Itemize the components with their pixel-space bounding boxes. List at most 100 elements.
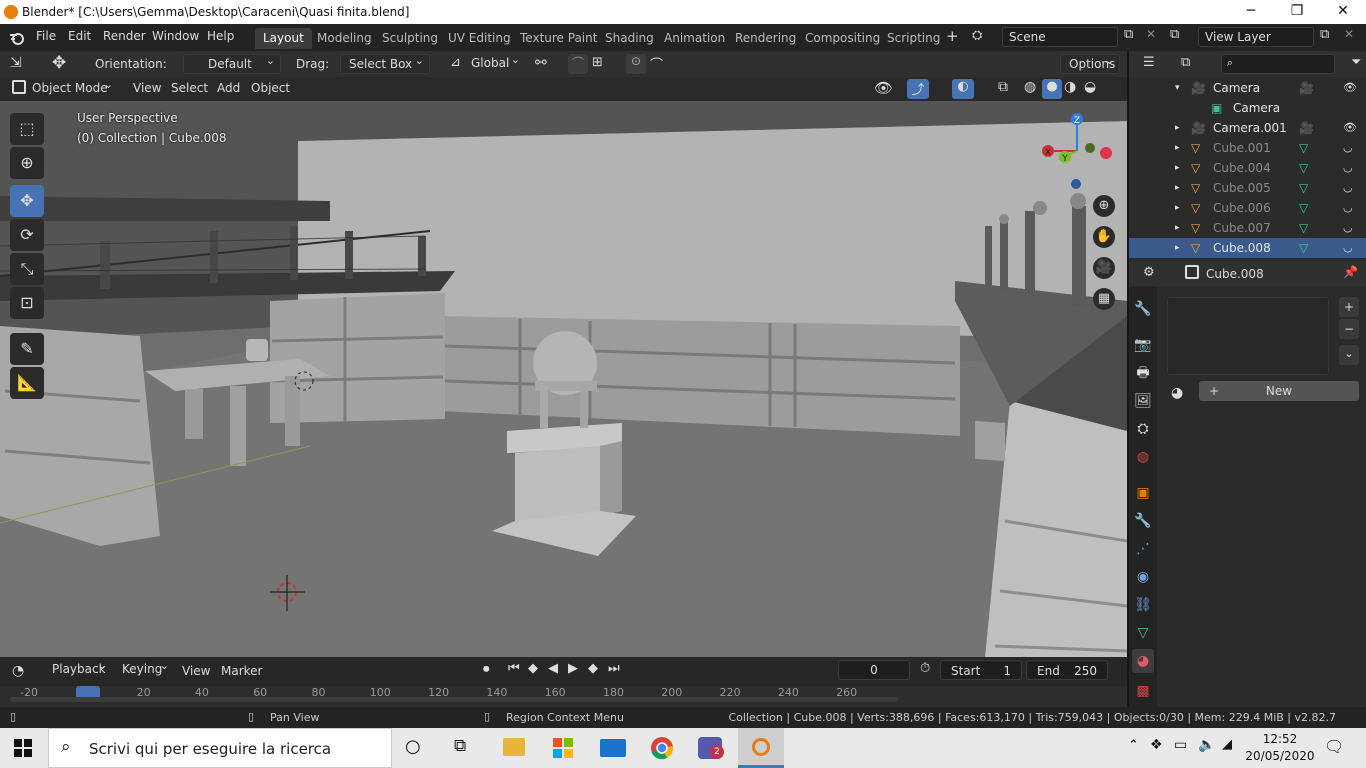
annotate-tool-icon[interactable]: ✎ [10,333,44,365]
pivot-point-icon[interactable]: ⚯ [535,55,547,71]
cortana-icon[interactable]: ○ [405,736,421,757]
transform-orientation-dropdown[interactable]: Global [465,51,525,74]
tab-uv-editing[interactable]: UV Editing [440,28,519,49]
zoom-icon[interactable]: ⊕ [1093,195,1115,217]
outliner-list[interactable]: 🎥 ▾ Camera 🎥 👁 ▣ Camera 🎥 ▸ Camera.001 🎥 👁 ▽ ▸ Cube.00… [1129,78,1366,258]
drag-dropdown[interactable]: Select Box [340,52,430,74]
outliner-editor-icon[interactable]: ☰ [1143,55,1155,70]
mesh-data-icon[interactable]: ▽ [1299,218,1308,238]
timeline-view-menu[interactable]: View [182,664,210,678]
expand-chevron-icon[interactable]: ▾ [1175,78,1180,98]
render-tab-icon[interactable]: 📷 [1132,333,1154,357]
preview-range-icon[interactable]: ⏱ [920,661,930,676]
remove-slot-button[interactable]: − [1339,319,1359,339]
overlay-toggle-icon[interactable]: ◐ [952,79,974,99]
menu-window[interactable]: Window [152,29,199,43]
hidden-eye-icon[interactable]: ◡ [1343,158,1353,178]
chrome-icon[interactable] [650,736,674,760]
expand-chevron-icon[interactable]: ▸ [1175,198,1180,218]
volume-icon[interactable]: 🔈 [1198,737,1215,753]
material-browse-icon[interactable]: ◕ [1171,385,1183,401]
falloff-icon[interactable]: ⌒ [650,54,663,73]
material-tab-icon[interactable]: ◕ [1132,649,1154,673]
mail-icon[interactable] [600,739,626,757]
play-icon[interactable]: ▶ [568,661,578,676]
outliner-row[interactable]: ▽ ▸ Cube.006 ▽ ◡ [1129,198,1366,218]
snap-toggle-icon[interactable]: ⌒ [568,54,588,74]
camera-data-icon[interactable]: 🎥 [1299,78,1314,98]
tab-modeling[interactable]: Modeling [309,28,380,49]
next-keyframe-icon[interactable]: ◆ [588,661,598,676]
menu-edit[interactable]: Edit [68,29,91,43]
wifi-icon[interactable]: ◢ [1222,737,1232,752]
snap-element-icon[interactable]: ⊞ [592,55,603,70]
object-menu[interactable]: Object [251,81,290,95]
clock-time[interactable]: 12:52 [1252,732,1308,746]
new-view-layer-icon[interactable]: ⧉ [1320,27,1329,42]
mesh-data-icon[interactable]: ▽ [1299,138,1308,158]
maximize-button[interactable]: ❐ [1274,0,1320,24]
outliner-row[interactable]: ▽ ▸ Cube.004 ▽ ◡ [1129,158,1366,178]
dropbox-icon[interactable]: ❖ [1150,737,1163,753]
expand-chevron-icon[interactable]: ▸ [1175,118,1180,138]
hidden-eye-icon[interactable]: ◡ [1343,138,1353,158]
tab-shading[interactable]: Shading [597,28,662,49]
select-box-tool-icon[interactable]: ⬚ [10,113,44,145]
file-explorer-icon[interactable] [503,738,525,756]
jump-start-icon[interactable]: ⏮ [508,661,520,676]
store-icon[interactable] [553,738,573,758]
tab-animation[interactable]: Animation [656,28,733,49]
menu-file[interactable]: File [36,29,56,43]
add-slot-button[interactable]: + [1339,297,1359,317]
xray-icon[interactable]: ⧉ [998,79,1008,95]
move-tool-button-icon[interactable]: ✥ [10,185,44,217]
expand-chevron-icon[interactable]: ▸ [1175,238,1180,258]
tool-tab-icon[interactable]: 🔧 [1132,297,1154,321]
ortho-grid-icon[interactable]: ▦ [1093,288,1115,310]
hidden-eye-icon[interactable]: ◡ [1343,218,1353,238]
solid-shading-icon[interactable]: ● [1042,79,1062,99]
tab-compositing[interactable]: Compositing [797,28,888,49]
transform-tool-icon[interactable]: ⊡ [10,287,44,319]
marker-menu[interactable]: Marker [221,664,262,678]
prev-keyframe-icon[interactable]: ◆ [528,661,538,676]
tab-sculpting[interactable]: Sculpting [374,28,446,49]
view-layer-tab-icon[interactable]: 🖼 [1132,389,1154,413]
outliner-row[interactable]: 🎥 ▸ Camera.001 🎥 👁 [1129,118,1366,138]
pan-hand-icon[interactable]: ✋ [1093,226,1115,248]
mesh-data-icon[interactable]: ▽ [1299,198,1308,218]
mesh-data-icon[interactable]: ▽ [1299,238,1308,258]
outliner-row[interactable]: ▽ ▸ Cube.007 ▽ ◡ [1129,218,1366,238]
rendered-shading-icon[interactable]: ◒ [1084,79,1096,95]
scene-tab-icon[interactable]: ⛭ [1132,417,1154,441]
modifier-tab-icon[interactable]: 🔧 [1132,509,1154,533]
play-reverse-icon[interactable]: ◀ [548,661,558,676]
view-layer-icon[interactable]: ⧉ [1170,27,1179,42]
data-tab-icon[interactable]: ▽ [1132,621,1154,645]
select-menu[interactable]: Select [171,81,208,95]
notifications-icon[interactable]: 🗨 [1324,737,1344,756]
outliner-row[interactable]: ▣ Camera [1129,98,1366,118]
outliner-row[interactable]: 🎥 ▾ Camera 🎥 👁 [1129,78,1366,98]
expand-chevron-icon[interactable]: ▸ [1175,178,1180,198]
physics-tab-icon[interactable]: ◉ [1132,565,1154,589]
slot-specials-chevron-icon[interactable]: ⌄ [1339,345,1359,365]
jump-end-icon[interactable]: ⏭ [608,661,620,676]
output-tab-icon[interactable]: 🖶 [1132,361,1154,385]
start-frame-field[interactable]: Start 1 [940,660,1022,680]
display-mode-icon[interactable]: ⧉ [1181,55,1190,70]
material-slot-list[interactable] [1167,297,1329,375]
keying-menu[interactable]: Keying [114,657,174,680]
new-material-button[interactable]: + New [1199,381,1359,401]
proportional-edit-icon[interactable]: ⊙ [626,54,646,74]
tab-scripting[interactable]: Scripting [879,28,948,49]
end-frame-field[interactable]: End 250 [1026,660,1108,680]
measure-tool-icon[interactable]: 📐 [10,367,44,399]
hidden-eye-icon[interactable]: ◡ [1343,198,1353,218]
remove-view-layer-icon[interactable]: ✕ [1344,27,1354,41]
outliner-row[interactable]: ▽ ▸ Cube.008 ▽ ◡ [1129,238,1366,258]
options-dropdown[interactable]: Options [1060,52,1120,74]
filter-icon[interactable]: ⏷ [1351,55,1361,70]
scale-tool-icon[interactable]: ⤡ [10,253,44,285]
gizmo-toggle-icon[interactable]: ⤴ [907,79,929,99]
